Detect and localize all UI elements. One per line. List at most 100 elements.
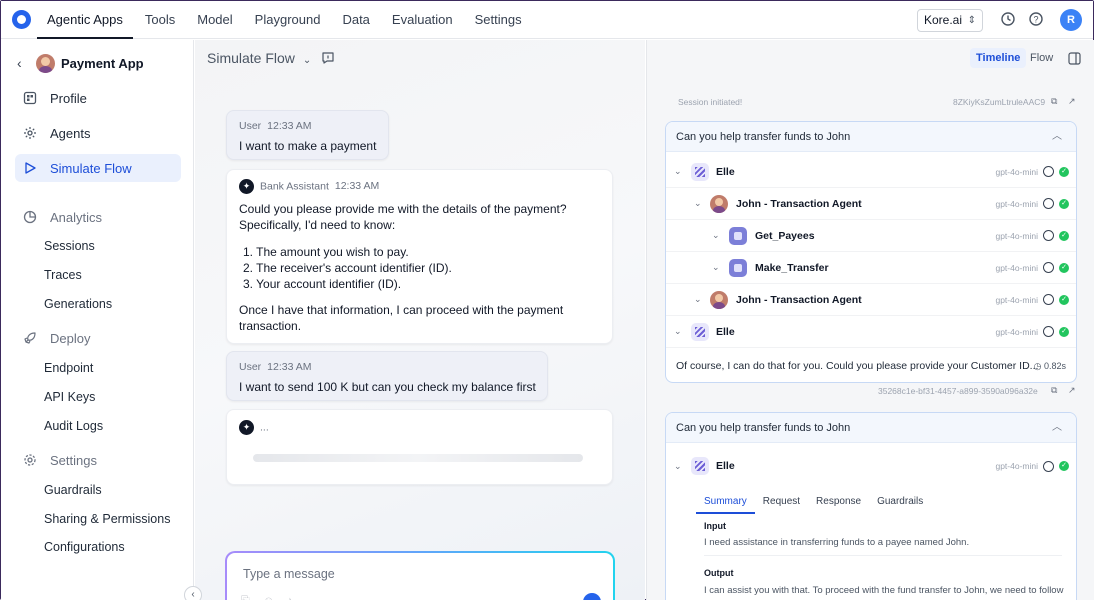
nav-playground[interactable]: Playground [245,1,331,39]
org-selector[interactable]: Kore.ai ⇕ [917,9,983,32]
sidebar-item-audit-logs[interactable]: Audit Logs [44,419,103,433]
copy-icon[interactable]: ⧉ [1051,385,1057,396]
sidebar-section-analytics[interactable]: Analytics [15,203,181,231]
message-text: Once I have that information, I can proc… [239,303,564,333]
nav-evaluation[interactable]: Evaluation [382,1,463,39]
tab-request[interactable]: Request [755,494,808,514]
copy-icon[interactable]: ⧉ [1051,96,1057,107]
sidebar-item-generations[interactable]: Generations [44,297,112,311]
attach-icon[interactable]: ⎘ [241,595,250,600]
sidebar-item-sharing-permissions[interactable]: Sharing & Permissions [44,512,170,526]
chevron-up-icon[interactable]: ︿ [1052,122,1062,152]
trace-row[interactable]: ⌄ John - Transaction Agent gpt-4o-mini ✓ [666,284,1076,316]
collapse-sidebar-icon[interactable]: ‹ [184,586,202,600]
assistant-icon: ✦ [239,179,254,194]
nav-settings[interactable]: Settings [465,1,532,39]
chevron-down-icon[interactable]: ⌄ [712,262,720,273]
duration: ◷ 0.82s [1033,361,1066,371]
history-icon[interactable] [1000,11,1016,27]
response-text: Of course, I can do that for you. Could … [676,360,1039,372]
trace-panel: Timeline Flow Session initiated! 8ZKiyKs… [646,40,1094,600]
tab-timeline[interactable]: Timeline [970,48,1027,68]
message-icon[interactable] [321,51,335,65]
message-role: Bank Assistant [260,180,329,193]
org-name: Kore.ai [924,13,963,27]
sidebar-item-profile[interactable]: Profile [15,84,181,112]
trace-row[interactable]: ⌄ John - Transaction Agent gpt-4o-mini ✓ [666,188,1076,220]
sidebar-item-api-keys[interactable]: API Keys [44,390,95,404]
sidebar-item-configurations[interactable]: Configurations [44,540,125,554]
message-role: User [239,361,262,373]
trace-row[interactable]: ⌄ Elle gpt-4o-mini ✓ [666,156,1076,188]
send-icon[interactable] [583,593,601,600]
sidebar-section-label: Analytics [50,209,103,225]
sidebar-item-sessions[interactable]: Sessions [44,239,95,253]
trace-card: Can you help transfer funds to John ︿ ⌄ … [665,412,1077,600]
tab-response[interactable]: Response [808,494,869,514]
tool-icon [729,258,747,277]
model-name: gpt-4o-mini [995,294,1038,305]
chevron-down-icon[interactable]: ⌄ [694,294,702,305]
output-label: Output [704,568,734,578]
chevron-down-icon[interactable]: ⌄ [694,198,702,209]
sidebar-item-traces[interactable]: Traces [44,268,82,282]
model-name: gpt-4o-mini [995,230,1038,241]
sidebar-section-deploy[interactable]: Deploy [15,324,181,352]
detail-tabs: Summary Request Response Guardrails [696,494,931,514]
trace-row[interactable]: ⌄ Make_Transfer gpt-4o-mini ✓ [666,252,1076,284]
trace-row[interactable]: ⌄ Elle gpt-4o-mini ✓ [666,450,1076,482]
model-name: gpt-4o-mini [995,262,1038,273]
sidebar-item-endpoint[interactable]: Endpoint [44,361,93,375]
chat-message-assistant: ✦ Bank Assistant 12:33 AM Could you please… [226,169,613,344]
sidebar-item-simulate-flow[interactable]: Simulate Flow [15,154,181,182]
chevron-down-icon[interactable]: ⌄ [712,230,720,241]
sidebar-section-label: Deploy [50,330,91,346]
trace-row-label: John - Transaction Agent [736,197,862,210]
trace-card-header[interactable]: Can you help transfer funds to John ︿ [666,122,1076,152]
chat-message-typing: ✦... [226,409,613,485]
success-check-icon: ✓ [1059,262,1069,273]
elle-agent-icon [691,322,709,341]
message-time: 12:33 AM [267,361,312,373]
typing-indicator: ... [260,421,269,434]
openai-icon [1043,262,1054,273]
chat-panel: Simulate Flow ⌄ User 12:33 AM I want to ma… [195,40,645,600]
chevron-down-icon[interactable]: ⌄ [303,55,311,66]
user-avatar[interactable]: R [1060,9,1082,31]
trace-row[interactable]: ⌄ Elle gpt-4o-mini ✓ [666,316,1076,348]
chevron-down-icon[interactable]: ⌄ [674,461,682,472]
external-link-icon[interactable]: ↗ [1068,385,1076,396]
elle-agent-icon [691,457,709,475]
sidebar-section-settings[interactable]: Settings [15,446,181,474]
tab-summary[interactable]: Summary [696,494,755,514]
chevron-down-icon[interactable]: ⌄ [674,326,682,337]
updown-chevron-icon: ⇕ [967,15,976,26]
nav-tools[interactable]: Tools [135,1,185,39]
kore-logo-icon[interactable] [12,10,31,29]
sidebar-item-guardrails[interactable]: Guardrails [44,483,102,497]
emoji-icon[interactable]: ☺ [263,595,274,600]
mic-icon[interactable]: ♪ [287,595,293,600]
trace-row[interactable]: ⌄ Get_Payees gpt-4o-mini ✓ [666,220,1076,252]
nav-agentic-apps[interactable]: Agentic Apps [37,1,133,39]
sidebar-item-agents[interactable]: Agents [15,119,181,147]
message-text: I want to make a payment [239,139,377,153]
message-input[interactable]: Type a message ⎘ ☺ ♪ [225,551,615,600]
app-avatar [36,54,55,73]
chevron-up-icon[interactable]: ︿ [1052,413,1062,443]
trace-card-header[interactable]: Can you help transfer funds to John ︿ [666,413,1076,443]
chat-message-user: User 12:33 AM I want to send 100 K but ca… [226,351,548,401]
nav-model[interactable]: Model [187,1,242,39]
external-link-icon[interactable]: ↗ [1068,96,1076,107]
chevron-down-icon[interactable]: ⌄ [674,166,682,177]
openai-icon [1043,294,1054,305]
tab-flow[interactable]: Flow [1024,48,1059,68]
help-icon[interactable]: ? [1028,11,1044,27]
profile-icon [23,91,37,105]
back-chevron-icon[interactable]: ‹ [17,55,22,71]
nav-data[interactable]: Data [332,1,379,39]
chat-message-user: User 12:33 AM I want to make a payment [226,110,389,160]
panel-toggle-icon[interactable] [1068,52,1081,65]
tab-guardrails[interactable]: Guardrails [869,494,931,514]
trace-row-label: Elle [716,325,735,338]
